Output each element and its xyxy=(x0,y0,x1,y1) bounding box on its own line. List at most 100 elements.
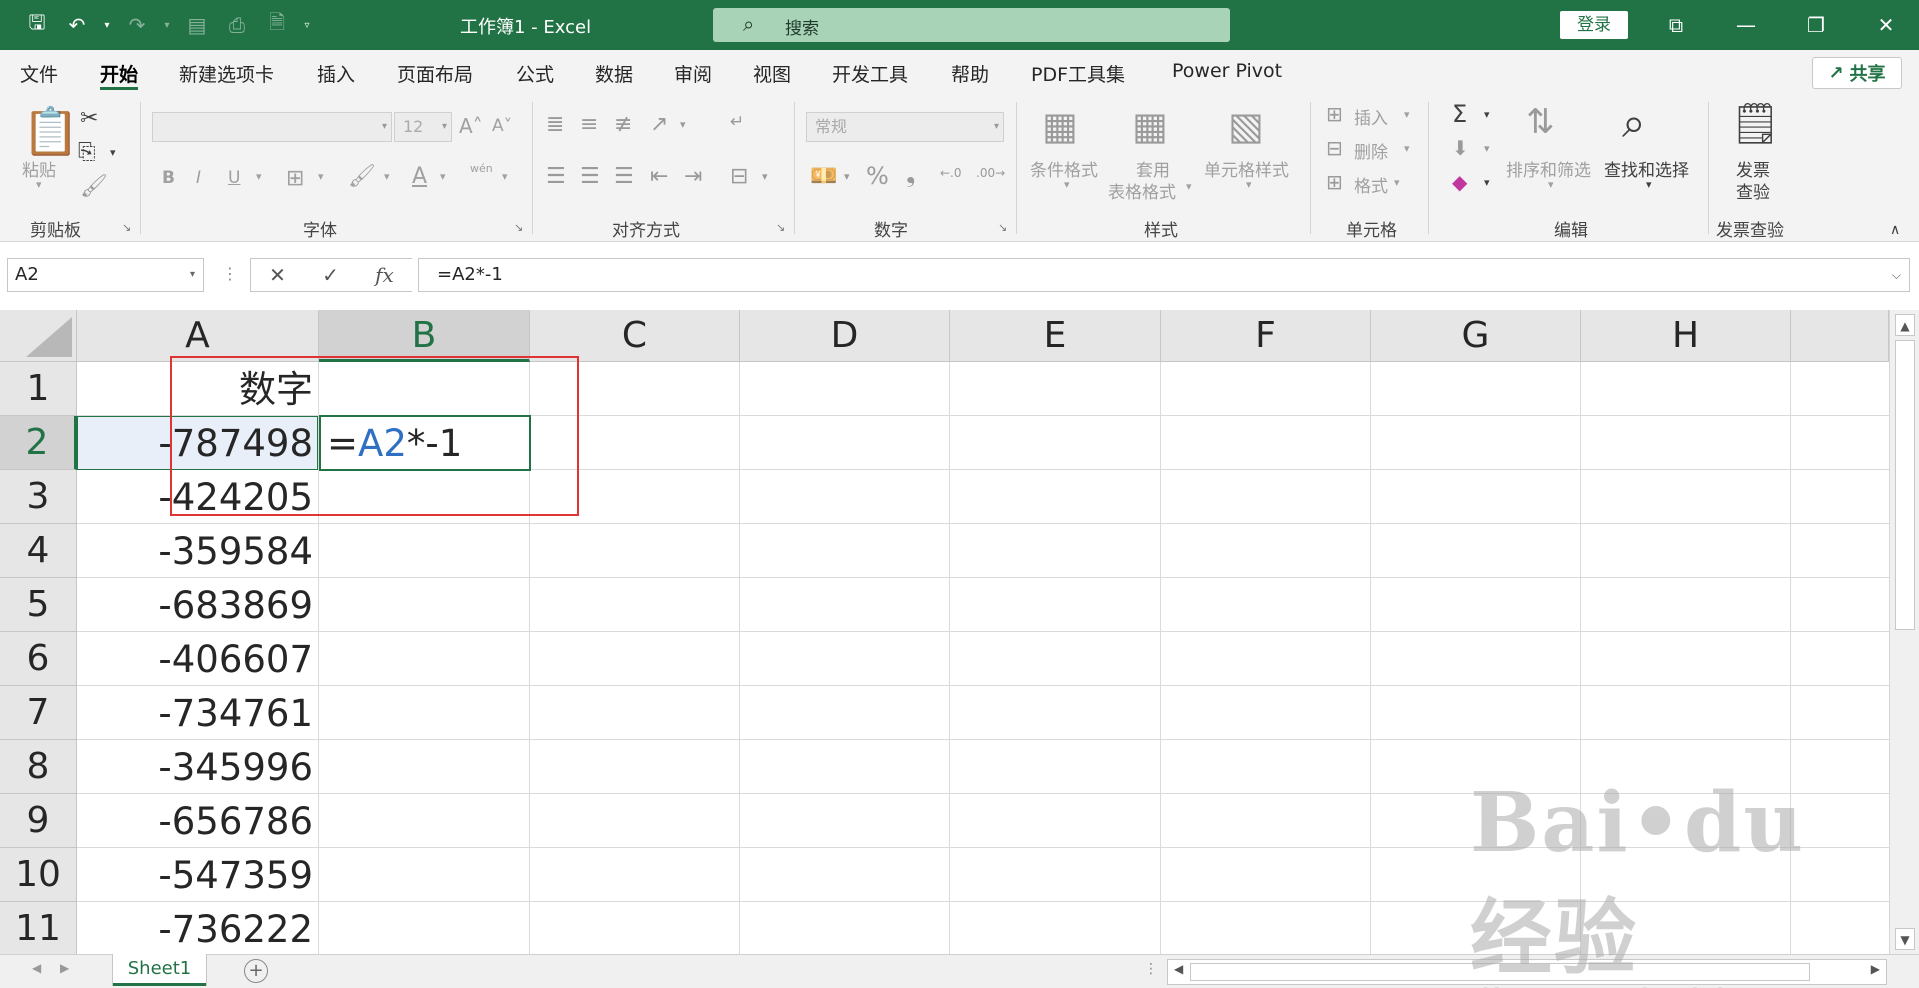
clear-dropdown-icon[interactable]: ▾ xyxy=(1484,176,1490,189)
column-header-c[interactable]: C xyxy=(530,310,740,362)
save-icon[interactable]: 🖫 xyxy=(22,10,52,40)
form-icon[interactable]: ▤ xyxy=(182,10,212,40)
italic-icon[interactable]: I xyxy=(196,168,201,188)
tab-new-tab[interactable]: 新建选项卡 xyxy=(179,60,274,90)
delete-cells-label[interactable]: 删除 xyxy=(1354,138,1388,163)
formula-input[interactable]: =A2*-1 ⌵ xyxy=(418,258,1910,292)
row-header-7[interactable]: 7 xyxy=(0,686,77,740)
autosum-icon[interactable]: Σ xyxy=(1452,100,1467,128)
tab-view[interactable]: 视图 xyxy=(753,60,791,90)
underline-dropdown-icon[interactable]: ▾ xyxy=(256,170,262,183)
cell-a11[interactable]: -736222 xyxy=(77,902,318,954)
format-cells-icon[interactable]: ⊞ xyxy=(1326,170,1343,194)
tab-pdf-tools[interactable]: PDF工具集 xyxy=(1031,60,1125,90)
align-middle-icon[interactable]: ≡ xyxy=(580,112,598,137)
paste-dropdown-icon[interactable]: ▾ xyxy=(36,178,42,191)
merge-center-icon[interactable]: ⊟ xyxy=(730,164,748,189)
tab-help[interactable]: 帮助 xyxy=(951,60,989,90)
format-cells-dropdown-icon[interactable]: ▾ xyxy=(1394,176,1400,189)
increase-decimal-icon[interactable]: ←.0 xyxy=(940,166,962,180)
row-header-11[interactable]: 11 xyxy=(0,902,77,954)
font-color-dropdown-icon[interactable]: ▾ xyxy=(440,170,446,183)
formula-bar-resize-icon[interactable]: ⋮ xyxy=(222,264,238,283)
clear-icon[interactable]: ◆ xyxy=(1452,170,1467,194)
conditional-format-icon[interactable]: ▦ xyxy=(1042,104,1078,148)
sort-filter-dropdown-icon[interactable]: ▾ xyxy=(1548,178,1554,191)
format-painter-icon[interactable]: 🖌 xyxy=(80,174,108,199)
wrap-text-icon[interactable]: ↵ xyxy=(730,112,744,132)
clipboard-launcher-icon[interactable]: ↘ xyxy=(122,221,131,234)
paste-icon[interactable]: 📋 xyxy=(22,104,79,159)
cell-styles-icon[interactable]: ▧ xyxy=(1228,104,1264,148)
vertical-scrollbar[interactable]: ▲ ▼ xyxy=(1889,310,1919,954)
invoice-check-icon[interactable]: 🗒 xyxy=(1730,100,1781,147)
tab-split-icon[interactable]: ⋮ xyxy=(1144,961,1158,977)
fill-color-icon[interactable]: 🖌 xyxy=(348,164,376,189)
number-launcher-icon[interactable]: ↘ xyxy=(998,221,1007,234)
alignment-launcher-icon[interactable]: ↘ xyxy=(776,221,785,234)
font-size-combo[interactable]: 12 ▾ xyxy=(394,112,452,142)
search-box[interactable]: ⌕ 搜索 xyxy=(713,8,1230,42)
sort-filter-icon[interactable]: ⇅ xyxy=(1526,102,1555,142)
cell-a8[interactable]: -345996 xyxy=(77,740,318,794)
tab-file[interactable]: 文件 xyxy=(20,60,58,90)
font-name-combo[interactable]: ▾ xyxy=(152,112,392,142)
cell-a6[interactable]: -406607 xyxy=(77,632,318,686)
tab-review[interactable]: 审阅 xyxy=(674,60,712,90)
undo-icon[interactable]: ↶ xyxy=(62,10,92,40)
row-header-8[interactable]: 8 xyxy=(0,740,77,794)
minimize-icon[interactable]: — xyxy=(1718,0,1774,50)
worksheet-grid[interactable]: A B C D E F G H 1 2 3 4 5 6 7 8 9 10 11 xyxy=(0,310,1889,954)
ribbon-display-icon[interactable]: ⧉ xyxy=(1648,0,1704,50)
tab-page-layout[interactable]: 页面布局 xyxy=(397,60,473,90)
comma-style-icon[interactable]: ❟ xyxy=(906,160,915,188)
cell-a4[interactable]: -359584 xyxy=(77,524,318,578)
format-as-table-icon[interactable]: ▦ xyxy=(1132,104,1168,148)
redo-dropdown-icon[interactable]: ▾ xyxy=(162,10,172,40)
horizontal-scroll-thumb[interactable] xyxy=(1190,963,1810,981)
decrease-indent-icon[interactable]: ⇤ xyxy=(650,164,668,189)
column-header-h[interactable]: H xyxy=(1581,310,1791,362)
row-header-6[interactable]: 6 xyxy=(0,632,77,686)
column-header-f[interactable]: F xyxy=(1161,310,1371,362)
find-select-icon[interactable]: ⌕ xyxy=(1622,98,1646,148)
row-header-4[interactable]: 4 xyxy=(0,524,77,578)
cell-a10[interactable]: -547359 xyxy=(77,848,318,902)
column-header-blank[interactable] xyxy=(1791,310,1889,362)
row-header-3[interactable]: 3 xyxy=(0,470,77,524)
enter-icon[interactable]: ✓ xyxy=(322,263,339,287)
align-right-icon[interactable]: ☰ xyxy=(614,164,634,189)
row-header-9[interactable]: 9 xyxy=(0,794,77,848)
cell-a9[interactable]: -656786 xyxy=(77,794,318,848)
expand-formula-icon[interactable]: ⌵ xyxy=(1892,259,1901,291)
redo-icon[interactable]: ↷ xyxy=(122,10,152,40)
cut-icon[interactable]: ✂ xyxy=(80,106,98,131)
insert-cells-label[interactable]: 插入 xyxy=(1354,104,1388,129)
scroll-down-icon[interactable]: ▼ xyxy=(1895,928,1915,950)
copy-dropdown-icon[interactable]: ▾ xyxy=(110,146,116,159)
copy-icon[interactable]: ⎘ xyxy=(78,140,96,165)
orientation-icon[interactable]: ↗ xyxy=(650,112,668,137)
conditional-format-dropdown-icon[interactable]: ▾ xyxy=(1064,178,1070,191)
add-sheet-icon[interactable]: + xyxy=(244,959,268,983)
next-sheet-icon[interactable]: ▶ xyxy=(60,961,69,975)
bold-icon[interactable]: B xyxy=(162,168,175,188)
phonetic-dropdown-icon[interactable]: ▾ xyxy=(502,170,508,183)
format-as-table-label-2[interactable]: 表格格式 xyxy=(1108,178,1176,203)
increase-font-icon[interactable]: A˄ xyxy=(459,114,483,138)
font-launcher-icon[interactable]: ↘ xyxy=(514,221,523,234)
merge-dropdown-icon[interactable]: ▾ xyxy=(762,170,768,183)
customize-qat-icon[interactable]: ▿ xyxy=(302,10,312,40)
autosum-dropdown-icon[interactable]: ▾ xyxy=(1484,108,1490,121)
column-header-e[interactable]: E xyxy=(950,310,1161,362)
format-cells-label[interactable]: 格式 xyxy=(1354,172,1388,197)
format-as-table-dropdown-icon[interactable]: ▾ xyxy=(1186,180,1192,193)
restore-icon[interactable]: ❐ xyxy=(1788,0,1844,50)
align-top-icon[interactable]: ≣ xyxy=(546,112,564,137)
share-button[interactable]: ↗ 共享 xyxy=(1812,57,1902,89)
delete-cells-icon[interactable]: ⊟ xyxy=(1326,136,1343,160)
fill-icon[interactable]: ⬇ xyxy=(1452,136,1469,160)
print-icon[interactable]: ⎙ xyxy=(222,10,252,40)
preview-icon[interactable]: 🗎 xyxy=(262,10,292,40)
delete-cells-dropdown-icon[interactable]: ▾ xyxy=(1404,142,1410,155)
